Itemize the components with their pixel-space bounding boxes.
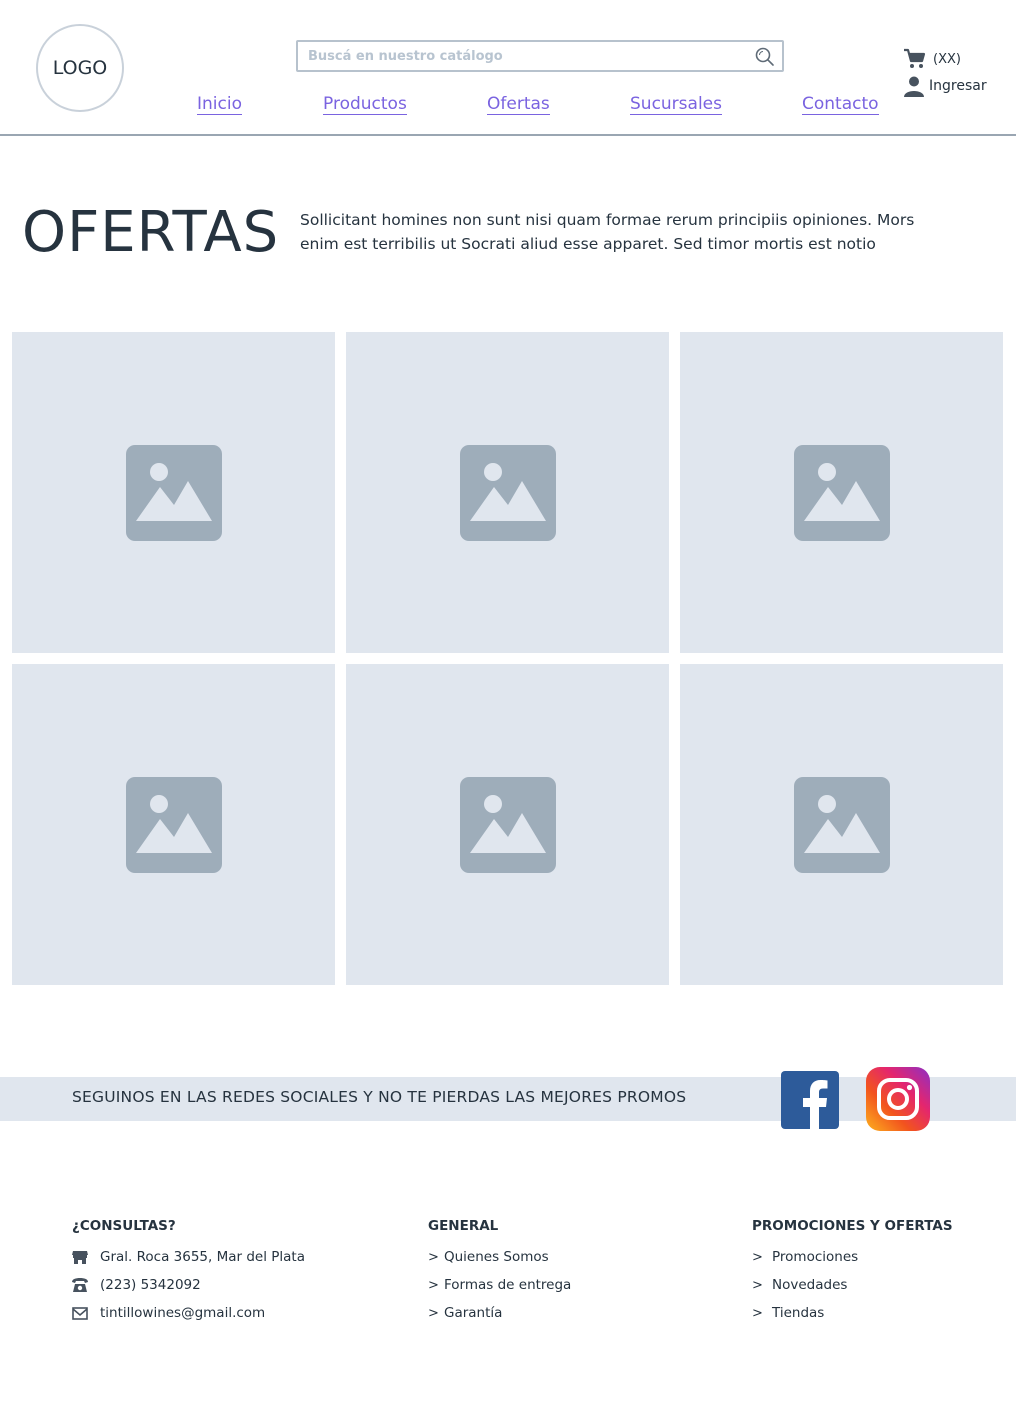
footer-general: GENERAL > Quienes Somos > Formas de entreg…: [428, 1218, 571, 1327]
chevron-right-icon: >: [428, 1277, 439, 1293]
intro-text: Sollicitant homines non sunt nisi quam f…: [300, 211, 915, 253]
image-placeholder-icon: [459, 776, 556, 873]
footer-link-novedades[interactable]: > Novedades: [752, 1271, 953, 1299]
store-icon: [72, 1251, 88, 1264]
nav-item-contacto[interactable]: Contacto: [802, 94, 879, 115]
product-tile[interactable]: [680, 332, 1003, 653]
image-placeholder-icon: [793, 776, 890, 873]
chevron-right-icon: >: [752, 1277, 763, 1293]
contact-phone[interactable]: (223) 5342092: [72, 1271, 305, 1299]
footer-link-label: Tiendas: [772, 1305, 825, 1321]
contact-address: Gral. Roca 3655, Mar del Plata: [72, 1243, 305, 1271]
image-placeholder-icon: [459, 444, 556, 541]
contact-email-text: tintillowines@gmail.com: [100, 1305, 266, 1321]
instagram-icon[interactable]: [866, 1067, 930, 1131]
search-icon[interactable]: [754, 46, 776, 68]
login-label: Ingresar: [929, 78, 987, 94]
contact-address-text: Gral. Roca 3655, Mar del Plata: [100, 1249, 305, 1265]
footer-contact-title: ¿CONSULTAS?: [72, 1218, 176, 1234]
main-nav: Inicio Productos Ofertas Sucursales Cont…: [0, 94, 1016, 118]
nav-item-sucursales[interactable]: Sucursales: [630, 94, 722, 115]
cart-icon: [904, 48, 926, 68]
nav-item-productos[interactable]: Productos: [323, 94, 407, 115]
footer-link-label: Quienes Somos: [444, 1249, 549, 1265]
contact-email[interactable]: tintillowines@gmail.com: [72, 1299, 305, 1327]
footer-link-label: Promociones: [772, 1249, 859, 1265]
logo-text: LOGO: [52, 57, 108, 79]
cart-count: (XX): [933, 51, 961, 67]
product-tile[interactable]: [346, 332, 669, 653]
footer-promos-title: PROMOCIONES Y OFERTAS: [752, 1218, 953, 1234]
footer-contact: ¿CONSULTAS? Gral. Roca 3655, Mar del Pla…: [72, 1218, 305, 1327]
mail-icon: [72, 1306, 88, 1320]
header-divider: [0, 134, 1016, 136]
facebook-icon[interactable]: [781, 1071, 839, 1129]
footer-link-label: Novedades: [772, 1277, 848, 1293]
footer-promos: PROMOCIONES Y OFERTAS > Promociones > Nove…: [752, 1218, 953, 1327]
product-grid: [12, 332, 1004, 985]
product-tile[interactable]: [680, 664, 1003, 985]
image-placeholder-icon: [793, 444, 890, 541]
footer-link-formas-de-entrega[interactable]: > Formas de entrega: [428, 1271, 571, 1299]
footer-link-label: Garantía: [444, 1305, 503, 1321]
search-input[interactable]: [298, 42, 738, 70]
search-box[interactable]: [296, 40, 784, 72]
phone-icon: [72, 1278, 88, 1292]
chevron-right-icon: >: [428, 1305, 439, 1321]
product-tile[interactable]: [346, 664, 669, 985]
footer-link-label: Formas de entrega: [444, 1277, 572, 1293]
product-tile[interactable]: [12, 332, 335, 653]
social-text: SEGUINOS EN LAS REDES SOCIALES Y NO TE P…: [72, 1088, 687, 1106]
chevron-right-icon: >: [428, 1249, 439, 1265]
image-placeholder-icon: [125, 444, 222, 541]
page-title: OFERTAS: [22, 200, 280, 265]
footer-link-quienes-somos[interactable]: > Quienes Somos: [428, 1243, 571, 1271]
image-placeholder-icon: [125, 776, 222, 873]
cart[interactable]: (XX): [903, 48, 961, 70]
chevron-right-icon: >: [752, 1249, 763, 1265]
contact-phone-text: (223) 5342092: [100, 1277, 201, 1293]
footer-general-title: GENERAL: [428, 1218, 499, 1234]
product-tile[interactable]: [12, 664, 335, 985]
nav-item-ofertas[interactable]: Ofertas: [487, 94, 550, 115]
footer-link-garantia[interactable]: > Garantía: [428, 1299, 571, 1327]
footer-link-tiendas[interactable]: > Tiendas: [752, 1299, 953, 1327]
chevron-right-icon: >: [752, 1305, 763, 1321]
footer-link-promociones[interactable]: > Promociones: [752, 1243, 953, 1271]
nav-item-inicio[interactable]: Inicio: [197, 94, 242, 115]
